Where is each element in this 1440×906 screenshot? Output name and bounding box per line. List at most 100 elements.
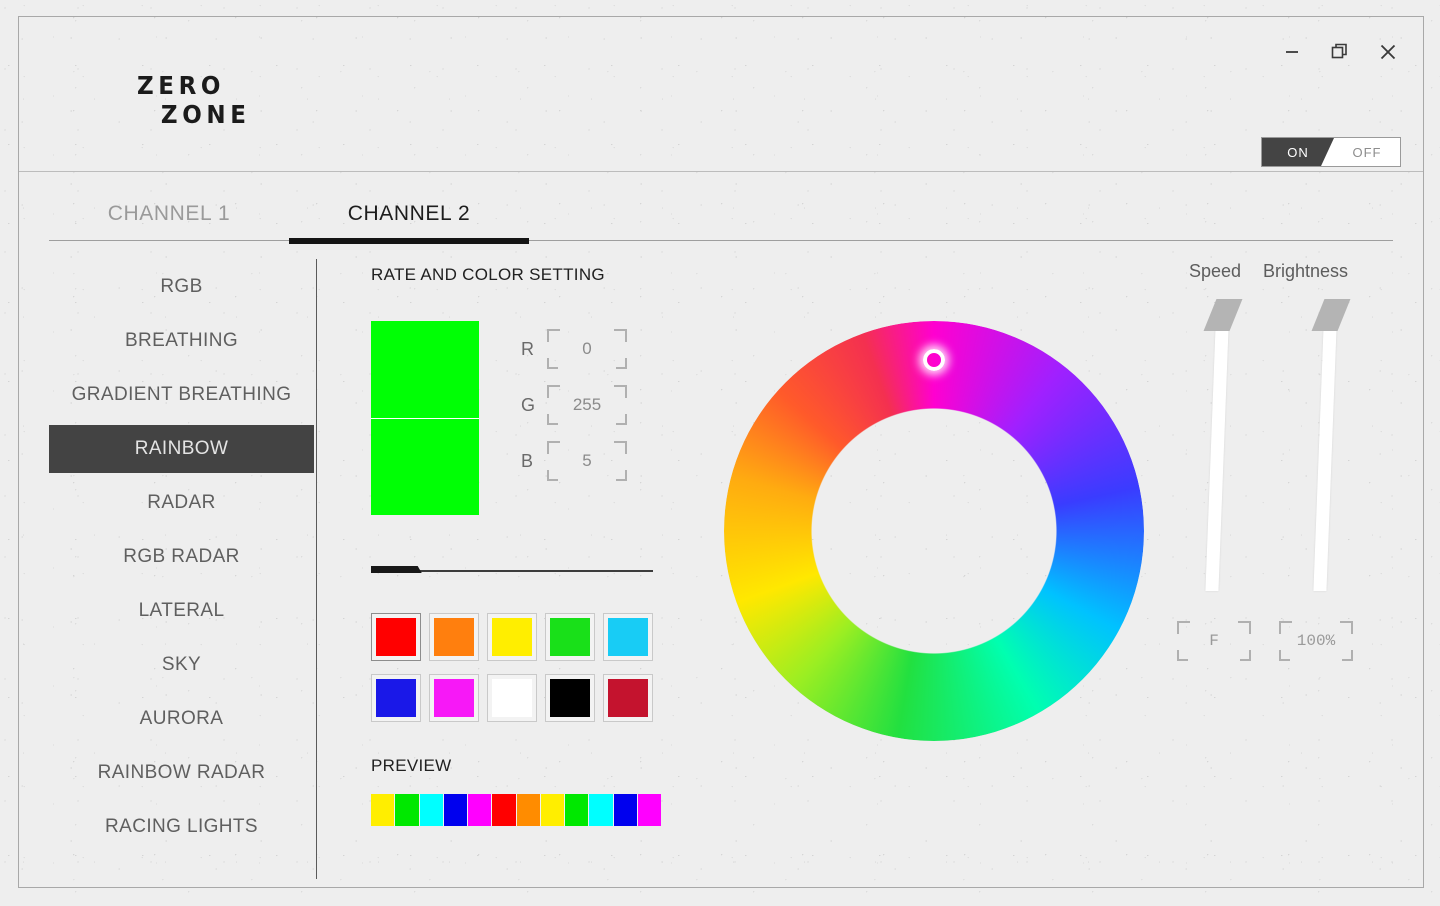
rgb-inputs: R 0 G 255 B 5 <box>521 321 627 489</box>
preview-strip <box>371 794 661 826</box>
preview-segment <box>540 794 565 826</box>
color-editor: R 0 G 255 B 5 <box>371 321 691 515</box>
current-color-preview[interactable] <box>371 321 479 515</box>
palette-swatch-crimson[interactable] <box>603 674 653 722</box>
rgb-field-g: G 255 <box>521 377 627 433</box>
section-title: RATE AND COLOR SETTING <box>371 265 605 284</box>
adjust-panel: Speed Brightness F 100% <box>1169 261 1389 681</box>
tab-channel-1[interactable]: CHANNEL 1 <box>49 202 289 240</box>
power-toggle-on[interactable]: ON <box>1262 138 1334 166</box>
b-input[interactable]: 5 <box>547 441 627 481</box>
minimize-button[interactable] <box>1279 39 1305 65</box>
preview-segment <box>443 794 468 826</box>
rgb-field-b: B 5 <box>521 433 627 489</box>
power-toggle-off[interactable]: OFF <box>1334 138 1400 166</box>
hue-ring-icon[interactable] <box>724 321 1144 741</box>
palette-swatch-cyan[interactable] <box>603 613 653 661</box>
color-wheel[interactable] <box>724 321 1144 741</box>
preview-segment <box>468 794 493 826</box>
vertical-divider <box>316 259 317 879</box>
preview-segment <box>637 794 661 826</box>
preview-segment <box>589 794 614 826</box>
rgb-field-r: R 0 <box>521 321 627 377</box>
speed-value-input[interactable]: F <box>1177 621 1251 661</box>
g-input[interactable]: 255 <box>547 385 627 425</box>
sidebar-item-rgb-radar[interactable]: RGB RADAR <box>49 533 314 581</box>
color-palette <box>371 613 661 722</box>
palette-swatch-green[interactable] <box>545 613 595 661</box>
swatch-color <box>434 679 474 717</box>
rate-slider-fill <box>371 566 422 573</box>
logo-line-2: ZONE <box>160 99 251 129</box>
sidebar-item-rainbow-radar[interactable]: RAINBOW RADAR <box>49 749 314 797</box>
logo-line-1: ZERO <box>137 71 226 100</box>
hue-handle[interactable] <box>923 349 945 371</box>
minimize-icon <box>1286 51 1298 53</box>
preview-segment <box>492 794 517 826</box>
brightness-value: 100% <box>1296 632 1336 650</box>
preview-segment <box>395 794 420 826</box>
preview-segment <box>613 794 638 826</box>
palette-swatch-blue[interactable] <box>371 674 421 722</box>
sidebar-item-breathing[interactable]: BREATHING <box>49 317 314 365</box>
palette-swatch-yellow[interactable] <box>487 613 537 661</box>
sidebar-item-lateral[interactable]: LATERAL <box>49 587 314 635</box>
swatch-color <box>608 618 648 656</box>
settings-column: RATE AND COLOR SETTING R 0 G 255 B 5 PRE… <box>371 265 691 826</box>
b-label: B <box>521 450 534 471</box>
sidebar-item-rainbow[interactable]: RAINBOW <box>49 425 314 473</box>
swatch-color <box>550 679 590 717</box>
maximize-icon <box>1331 43 1347 59</box>
app-logo: ZERO ZONE <box>137 71 251 130</box>
r-label: R <box>521 338 534 359</box>
palette-swatch-magenta[interactable] <box>429 674 479 722</box>
power-toggle[interactable]: ON OFF <box>1261 137 1401 167</box>
palette-swatch-orange[interactable] <box>429 613 479 661</box>
g-label: G <box>521 394 536 415</box>
brightness-slider-thumb[interactable] <box>1311 299 1351 331</box>
g-value: 255 <box>572 395 602 414</box>
maximize-button[interactable] <box>1327 39 1353 65</box>
sidebar-item-rgb[interactable]: RGB <box>49 263 314 311</box>
brightness-slider-track <box>1313 301 1338 591</box>
sidebar-item-sky[interactable]: SKY <box>49 641 314 689</box>
rate-slider[interactable] <box>371 565 653 577</box>
effect-list: RGB BREATHING GRADIENT BREATHING RAINBOW… <box>49 263 314 857</box>
sidebar-item-gradient-breathing[interactable]: GRADIENT BREATHING <box>49 371 314 419</box>
preview-segment <box>565 794 590 826</box>
preview-title: PREVIEW <box>371 756 452 775</box>
speed-slider[interactable] <box>1203 299 1243 591</box>
sidebar-item-radar[interactable]: RADAR <box>49 479 314 527</box>
speed-slider-thumb[interactable] <box>1203 299 1243 331</box>
swatch-color <box>492 618 532 656</box>
app-header: ZERO ZONE ON OFF <box>19 17 1423 172</box>
swatch-color <box>550 618 590 656</box>
preview-segment <box>516 794 541 826</box>
slider-values: F 100% <box>1177 621 1353 661</box>
palette-swatch-white[interactable] <box>487 674 537 722</box>
brightness-label: Brightness <box>1263 261 1349 281</box>
speed-label: Speed <box>1189 261 1242 281</box>
swatch-color <box>492 679 532 717</box>
swatch-color <box>434 618 474 656</box>
brightness-slider[interactable] <box>1311 299 1351 591</box>
app-window: ZERO ZONE ON OFF CHANNEL 1 CHANNEL 2 RGB… <box>18 16 1424 888</box>
close-button[interactable] <box>1375 39 1401 65</box>
tab-channel-2[interactable]: CHANNEL 2 <box>289 202 529 244</box>
swatch-color <box>376 618 416 656</box>
palette-swatch-black[interactable] <box>545 674 595 722</box>
palette-swatch-red[interactable] <box>371 613 421 661</box>
main-content: RGB BREATHING GRADIENT BREATHING RAINBOW… <box>19 241 1423 887</box>
speed-value: F <box>1209 632 1219 650</box>
r-value: 0 <box>582 339 592 358</box>
speed-slider-track <box>1205 301 1230 591</box>
preview-segment <box>371 794 396 826</box>
brightness-value-input[interactable]: 100% <box>1279 621 1353 661</box>
channel-tabs: CHANNEL 1 CHANNEL 2 <box>49 173 1393 244</box>
swatch-color <box>608 679 648 717</box>
window-controls <box>1279 39 1401 65</box>
sidebar-item-aurora[interactable]: AURORA <box>49 695 314 743</box>
swatch-color <box>376 679 416 717</box>
r-input[interactable]: 0 <box>547 329 627 369</box>
sidebar-item-racing-lights[interactable]: RACING LIGHTS <box>49 803 314 851</box>
